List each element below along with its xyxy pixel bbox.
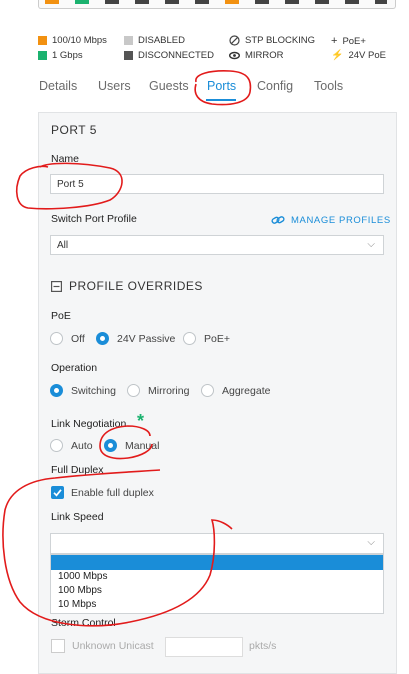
link-negotiation-option-manual[interactable]: Manual <box>104 439 159 452</box>
radio-icon <box>50 439 63 452</box>
poe-option-off[interactable]: Off <box>50 332 85 345</box>
legend-speed-1g: 1 Gbps <box>52 50 83 61</box>
legend-disconnected: DISCONNECTED <box>138 50 215 61</box>
plus-icon: + <box>331 35 338 47</box>
tab-guests[interactable]: Guests <box>149 79 189 93</box>
port-indicator[interactable] <box>345 0 359 4</box>
link-speed-select[interactable]: ⌵ <box>50 533 384 554</box>
operation-option-switching[interactable]: Switching <box>50 384 116 397</box>
tab-users[interactable]: Users <box>98 79 131 93</box>
manage-profiles-link[interactable]: MANAGE PROFILES <box>271 214 391 226</box>
unknown-unicast-checkbox[interactable]: Unknown Unicast <box>51 639 154 653</box>
orange-swatch <box>38 36 47 45</box>
radio-selected-icon <box>96 332 109 345</box>
full-duplex-checkbox-label: Enable full duplex <box>71 486 154 499</box>
legend-poe-plus: PoE+ <box>342 35 366 47</box>
dark-swatch <box>124 51 133 60</box>
blocked-icon <box>229 35 240 46</box>
option-label: Off <box>71 332 85 345</box>
operation-option-mirroring[interactable]: Mirroring <box>127 384 189 397</box>
link-speed-option-100[interactable]: 100 Mbps <box>58 585 102 596</box>
port-indicator[interactable] <box>165 0 179 4</box>
chevron-down-icon: ⌵ <box>367 239 375 250</box>
poe-option-poe-plus[interactable]: PoE+ <box>183 332 230 345</box>
port-indicator[interactable] <box>375 0 387 4</box>
operation-label: Operation <box>51 362 98 374</box>
green-swatch <box>38 51 47 60</box>
switch-port-profile-select[interactable]: All ⌵ <box>50 235 384 255</box>
link-speed-option-10[interactable]: 10 Mbps <box>58 599 96 610</box>
active-tab-indicator <box>206 99 236 101</box>
link-negotiation-label: Link Negotiation <box>51 418 127 430</box>
storm-control-label: Storm Control <box>51 617 116 629</box>
collapse-icon <box>51 280 62 292</box>
asterisk-icon: * <box>137 411 145 431</box>
port-indicator[interactable] <box>45 0 59 4</box>
eye-icon <box>229 51 240 60</box>
legend-speed-100: 100/10 Mbps <box>52 35 107 46</box>
legend-stp-blocking: STP BLOCKING <box>245 35 316 46</box>
radio-selected-icon <box>104 439 117 452</box>
port-indicator[interactable] <box>75 0 89 4</box>
port-indicator[interactable] <box>105 0 119 4</box>
port-title: PORT 5 <box>51 123 97 137</box>
port-indicator[interactable] <box>255 0 269 4</box>
profile-overrides-label: PROFILE OVERRIDES <box>69 279 203 293</box>
radio-icon <box>183 332 196 345</box>
link-negotiation-option-auto[interactable]: Auto <box>50 439 93 452</box>
option-label: Switching <box>71 384 116 397</box>
port-indicator[interactable] <box>285 0 299 4</box>
option-label: Auto <box>71 439 93 452</box>
name-label: Name <box>51 153 80 165</box>
manage-profiles-label: MANAGE PROFILES <box>291 214 391 226</box>
tab-config[interactable]: Config <box>257 79 293 93</box>
link-speed-label: Link Speed <box>51 511 104 523</box>
radio-icon <box>127 384 140 397</box>
legend-mirror: MIRROR <box>245 50 284 61</box>
port-strip <box>38 0 396 9</box>
link-speed-option-1000[interactable]: 1000 Mbps <box>58 571 107 582</box>
switch-port-profile-label: Switch Port Profile <box>51 213 137 225</box>
legend-disabled: DISABLED <box>138 35 185 46</box>
option-label: PoE+ <box>204 332 230 345</box>
port-indicator[interactable] <box>135 0 149 4</box>
pkts-unit-label: pkts/s <box>249 640 277 652</box>
tab-ports[interactable]: Ports <box>207 79 236 93</box>
lightning-icon: ⚡ <box>331 50 344 61</box>
full-duplex-label: Full Duplex <box>51 464 104 476</box>
checkbox-icon <box>51 639 65 653</box>
dropdown-highlighted-option[interactable] <box>51 555 383 570</box>
port-indicator[interactable] <box>195 0 209 4</box>
option-label: Mirroring <box>148 384 190 397</box>
poe-option-24v-passive[interactable]: 24V Passive <box>96 332 175 345</box>
legend-24v-poe: 24V PoE <box>348 50 386 61</box>
profile-overrides-toggle[interactable]: PROFILE OVERRIDES <box>51 279 203 293</box>
tab-tools[interactable]: Tools <box>314 79 343 93</box>
link-icon <box>271 216 285 224</box>
gray-swatch <box>124 36 133 45</box>
link-speed-dropdown: 1000 Mbps 100 Mbps 10 Mbps <box>50 554 384 614</box>
poe-label: PoE <box>51 310 71 322</box>
radio-selected-icon <box>50 384 63 397</box>
tab-details[interactable]: Details <box>39 79 77 93</box>
unknown-unicast-input[interactable] <box>165 637 243 657</box>
port-indicator[interactable] <box>315 0 329 4</box>
name-input[interactable]: Port 5 <box>50 174 384 194</box>
unknown-unicast-label: Unknown Unicast <box>72 640 154 652</box>
option-label: 24V Passive <box>117 332 176 345</box>
operation-option-aggregate[interactable]: Aggregate <box>201 384 270 397</box>
option-label: Manual <box>125 439 160 452</box>
radio-icon <box>50 332 63 345</box>
option-label: Aggregate <box>222 384 271 397</box>
radio-icon <box>201 384 214 397</box>
full-duplex-checkbox[interactable]: Enable full duplex <box>51 486 154 499</box>
profile-selected-value: All <box>57 240 69 251</box>
checkbox-checked-icon <box>51 486 64 499</box>
port-indicator[interactable] <box>225 0 239 4</box>
chevron-down-icon: ⌵ <box>367 537 375 548</box>
